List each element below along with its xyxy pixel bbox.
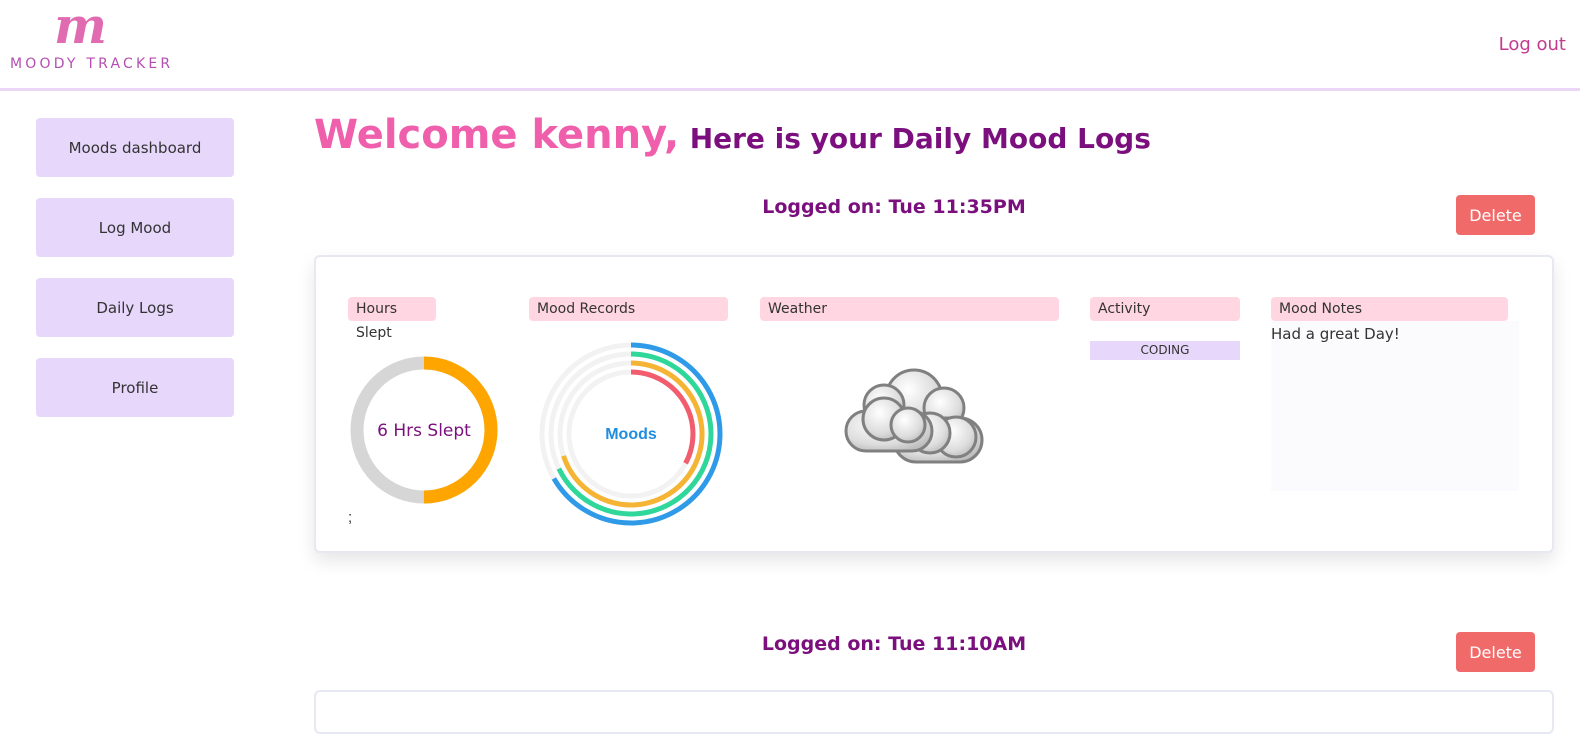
delete-button-2[interactable]: Delete xyxy=(1456,632,1535,672)
mood-log-card-2 xyxy=(314,690,1554,734)
mood-notes-text: Had a great Day! xyxy=(1271,325,1400,343)
hours-slept-text: 6 Hrs Slept xyxy=(377,421,471,441)
welcome-subtitle: Here is your Daily Mood Logs xyxy=(689,122,1151,155)
delete-button[interactable]: Delete xyxy=(1456,195,1535,235)
activity-value: CODING xyxy=(1090,341,1240,360)
stray-text: ; xyxy=(348,509,353,526)
mood-records-chart: Moods xyxy=(539,342,723,526)
sidebar-item-moods-dashboard[interactable]: Moods dashboard xyxy=(36,118,234,177)
mood-log-card: Hours Slept Mood Records Weather Activit… xyxy=(314,255,1554,553)
sidebar-item-log-mood[interactable]: Log Mood xyxy=(36,198,234,257)
hours-slept-label: Hours Slept xyxy=(348,297,436,341)
weather-label: Weather xyxy=(760,297,1059,321)
header: m MOODY TRACKER Log out xyxy=(0,0,1580,91)
page-title: Welcome kenny, Here is your Daily Mood L… xyxy=(314,112,1151,158)
activity-label: Activity xyxy=(1090,297,1240,321)
cloudy-icon xyxy=(844,368,984,464)
logo-letter: m xyxy=(54,0,107,55)
moody-tracker-logo[interactable]: m MOODY TRACKER xyxy=(10,0,170,72)
sidebar-item-profile[interactable]: Profile xyxy=(36,358,234,417)
sidebar: Moods dashboard Log Mood Daily Logs Prof… xyxy=(36,118,234,438)
sidebar-item-daily-logs[interactable]: Daily Logs xyxy=(36,278,234,337)
mood-notes-label: Mood Notes xyxy=(1271,297,1508,321)
hours-slept-chart: 6 Hrs Slept xyxy=(350,356,498,504)
logout-link[interactable]: Log out xyxy=(1499,34,1566,55)
log-timestamp-2: Logged on: Tue 11:10AM xyxy=(761,633,1027,655)
welcome-greeting: Welcome kenny, xyxy=(314,112,680,158)
moods-center-label: Moods xyxy=(605,426,657,443)
mood-records-label: Mood Records xyxy=(529,297,728,321)
logo-text: MOODY TRACKER xyxy=(10,56,174,72)
log-timestamp: Logged on: Tue 11:35PM xyxy=(762,196,1026,218)
notes-area xyxy=(1271,321,1519,491)
